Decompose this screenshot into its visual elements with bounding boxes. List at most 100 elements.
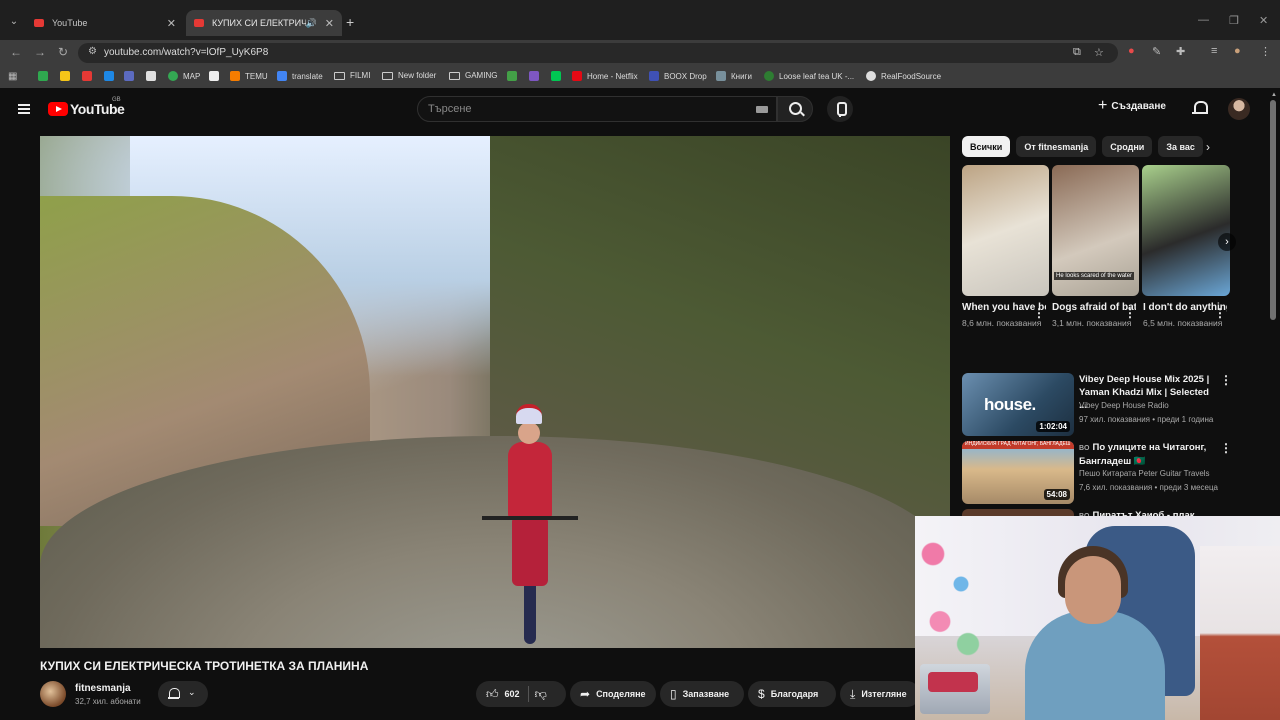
bookmark-tea[interactable]: Loose leaf tea UK -... (764, 71, 854, 81)
recommendation-item[interactable]: ИНДИЙСКИЯ ГРАД ЧИТАГОНГ, БАНГЛАДЕШ 54:08… (962, 441, 1232, 507)
close-tab-icon[interactable]: ✕ (325, 17, 334, 30)
forward-icon[interactable]: → (34, 45, 46, 59)
more-options-icon[interactable]: ⋮ (1214, 306, 1226, 320)
bookmark-icon[interactable] (60, 71, 75, 81)
bookmark-star-icon[interactable]: ☆ (1094, 46, 1104, 59)
tab-search-icon[interactable]: ⌄ (6, 14, 22, 30)
menu-hamburger-icon[interactable] (18, 104, 30, 114)
bookmark-icon[interactable] (104, 71, 119, 81)
chip-from-channel[interactable]: От fitnesmanja (1016, 136, 1097, 157)
channel-name[interactable]: fitnesmanja (75, 683, 131, 694)
media-control-icon[interactable]: ≡ (1211, 45, 1217, 57)
bookmark-netflix[interactable]: Home - Netflix (572, 71, 638, 81)
share-button[interactable]: ➦ Споделяне (570, 681, 656, 707)
chevron-right-icon[interactable]: › (1218, 233, 1236, 251)
divider (527, 686, 529, 702)
bookmark-folder-filmi[interactable]: FILMI (334, 71, 370, 80)
subscribed-notifications-button[interactable]: ⌄ (158, 681, 208, 707)
extensions-puzzle-icon[interactable]: ✚ (1176, 45, 1185, 58)
bookmark-boox[interactable]: BOOX Drop (649, 71, 707, 81)
bookmark-folder-gaming[interactable]: GAMING (449, 71, 497, 80)
close-tab-icon[interactable]: ✕ (167, 17, 176, 30)
bookmark-realfood[interactable]: RealFoodSource (866, 71, 941, 81)
short-thumbnail[interactable] (962, 165, 1049, 296)
recommendation-item[interactable]: house. 1:02:04 Vibey Deep House Mix 2025… (962, 373, 1232, 439)
bookmark-icon[interactable] (124, 71, 139, 81)
like-dislike-bar: 👍︎ 602 👎︎ (476, 681, 566, 707)
voice-search-icon[interactable] (827, 96, 853, 122)
bookmark-icon[interactable] (529, 71, 544, 81)
youtube-logo[interactable]: YouTube GB (48, 97, 125, 117)
site-info-icon[interactable]: ⚙ (88, 46, 97, 57)
bookmark-map[interactable]: MAP (168, 71, 200, 81)
bookmark-icon[interactable] (82, 71, 97, 81)
chip-related[interactable]: Сродни (1102, 136, 1153, 157)
browser-toolbar: ← → ↻ ⚙ youtube.com/watch?v=lOfP_UyK6P8 … (0, 40, 1280, 66)
thumbs-up-icon[interactable]: 👍︎ (486, 687, 499, 702)
duration-badge: 1:02:04 (1036, 421, 1070, 432)
tab-youtube[interactable]: YouTube ✕ (26, 10, 184, 36)
install-app-icon[interactable]: ⧉ (1073, 46, 1081, 59)
keyboard-icon[interactable] (756, 106, 768, 113)
bookmark-folder-new[interactable]: New folder (382, 71, 436, 80)
video-thumbnail[interactable]: house. 1:02:04 (962, 373, 1074, 436)
bookmark-icon[interactable] (38, 71, 53, 81)
search-button[interactable] (777, 96, 813, 122)
more-options-icon[interactable]: ⋮ (1220, 373, 1232, 387)
url-text[interactable]: youtube.com/watch?v=lOfP_UyK6P8 (104, 47, 268, 58)
video-meta: 7,6 хил. показвания • преди 3 месеца (1079, 483, 1218, 492)
short-caption: He looks scared of the water (1054, 272, 1135, 280)
channel-name[interactable]: Vibey Deep House Radio (1079, 401, 1219, 410)
new-tab-button[interactable]: + (346, 14, 354, 30)
channel-name[interactable]: Пешо Китарата Peter Guitar Travels (1079, 469, 1219, 478)
channel-avatar[interactable] (40, 681, 66, 707)
bookmark-icon[interactable] (146, 71, 161, 81)
chevron-right-icon[interactable]: › (1206, 140, 1210, 154)
video-title[interactable]: BO По улиците на Читагонг, Бангладеш 🇧🇩 (1079, 441, 1211, 468)
close-window-icon[interactable]: ✕ (1259, 14, 1268, 27)
back-icon[interactable]: ← (10, 45, 22, 59)
thanks-button[interactable]: $ Благодаря (748, 681, 836, 707)
youtube-play-icon (48, 102, 68, 116)
profile-icon[interactable]: ● (1234, 45, 1241, 57)
chip-all[interactable]: Всички (962, 136, 1011, 157)
minimize-icon[interactable]: — (1198, 14, 1209, 26)
tab-video[interactable]: КУПИХ СИ ЕЛЕКТРИЧЕСК 🔊 ✕ (186, 10, 342, 36)
create-button[interactable]: + Създаване (1098, 98, 1166, 114)
menu-kebab-icon[interactable]: ⋮ (1260, 45, 1271, 58)
notifications-bell-icon[interactable] (1192, 101, 1208, 116)
user-avatar[interactable] (1228, 98, 1250, 120)
apps-grid-icon[interactable]: ▦ (8, 71, 17, 82)
video-thumbnail[interactable]: ИНДИЙСКИЯ ГРАД ЧИТАГОНГ, БАНГЛАДЕШ 54:08 (962, 441, 1074, 504)
bookmark-icon[interactable] (507, 71, 522, 81)
bookmark-knigi[interactable]: Книги (716, 71, 752, 81)
bookmark-icon[interactable] (551, 71, 566, 81)
more-options-icon[interactable]: ⋮ (1124, 306, 1136, 320)
extension-icon[interactable]: ✎ (1152, 45, 1161, 58)
short-thumbnail[interactable]: He looks scared of the water (1052, 165, 1139, 296)
bookmark-icon[interactable] (209, 71, 224, 81)
page-scrollbar[interactable] (1270, 100, 1276, 320)
folder-icon (334, 71, 345, 80)
subscriber-count: 32,7 хил. абонати (75, 697, 141, 706)
speaker-icon[interactable]: 🔊 (306, 18, 317, 29)
bookmark-translate[interactable]: translate (277, 71, 323, 81)
restore-icon[interactable]: ❐ (1229, 14, 1239, 27)
reload-icon[interactable]: ↻ (58, 45, 68, 59)
save-button[interactable]: ▯ Запазване (660, 681, 744, 707)
download-button[interactable]: ⤓ Изтегляне (840, 681, 920, 707)
create-label: Създаване (1111, 100, 1166, 112)
scroll-up-icon[interactable]: ▲ (1271, 92, 1277, 98)
more-options-icon[interactable]: ⋮ (1033, 306, 1045, 320)
extension-icon[interactable]: ● (1128, 45, 1135, 57)
like-count[interactable]: 602 (505, 689, 520, 699)
more-options-icon[interactable]: ⋮ (1220, 441, 1232, 455)
video-player[interactable] (40, 136, 950, 648)
short-thumbnail[interactable] (1142, 165, 1230, 296)
bookmark-temu[interactable]: TEMU (230, 71, 268, 81)
address-bar[interactable]: ⚙ youtube.com/watch?v=lOfP_UyK6P8 ⧉ ☆ (78, 43, 1118, 63)
language-badge: BO (1079, 445, 1090, 452)
thumbs-down-icon[interactable]: 👎︎ (535, 687, 547, 702)
chip-for-you[interactable]: За вас (1158, 136, 1203, 157)
search-input[interactable]: Търсене (417, 96, 777, 122)
